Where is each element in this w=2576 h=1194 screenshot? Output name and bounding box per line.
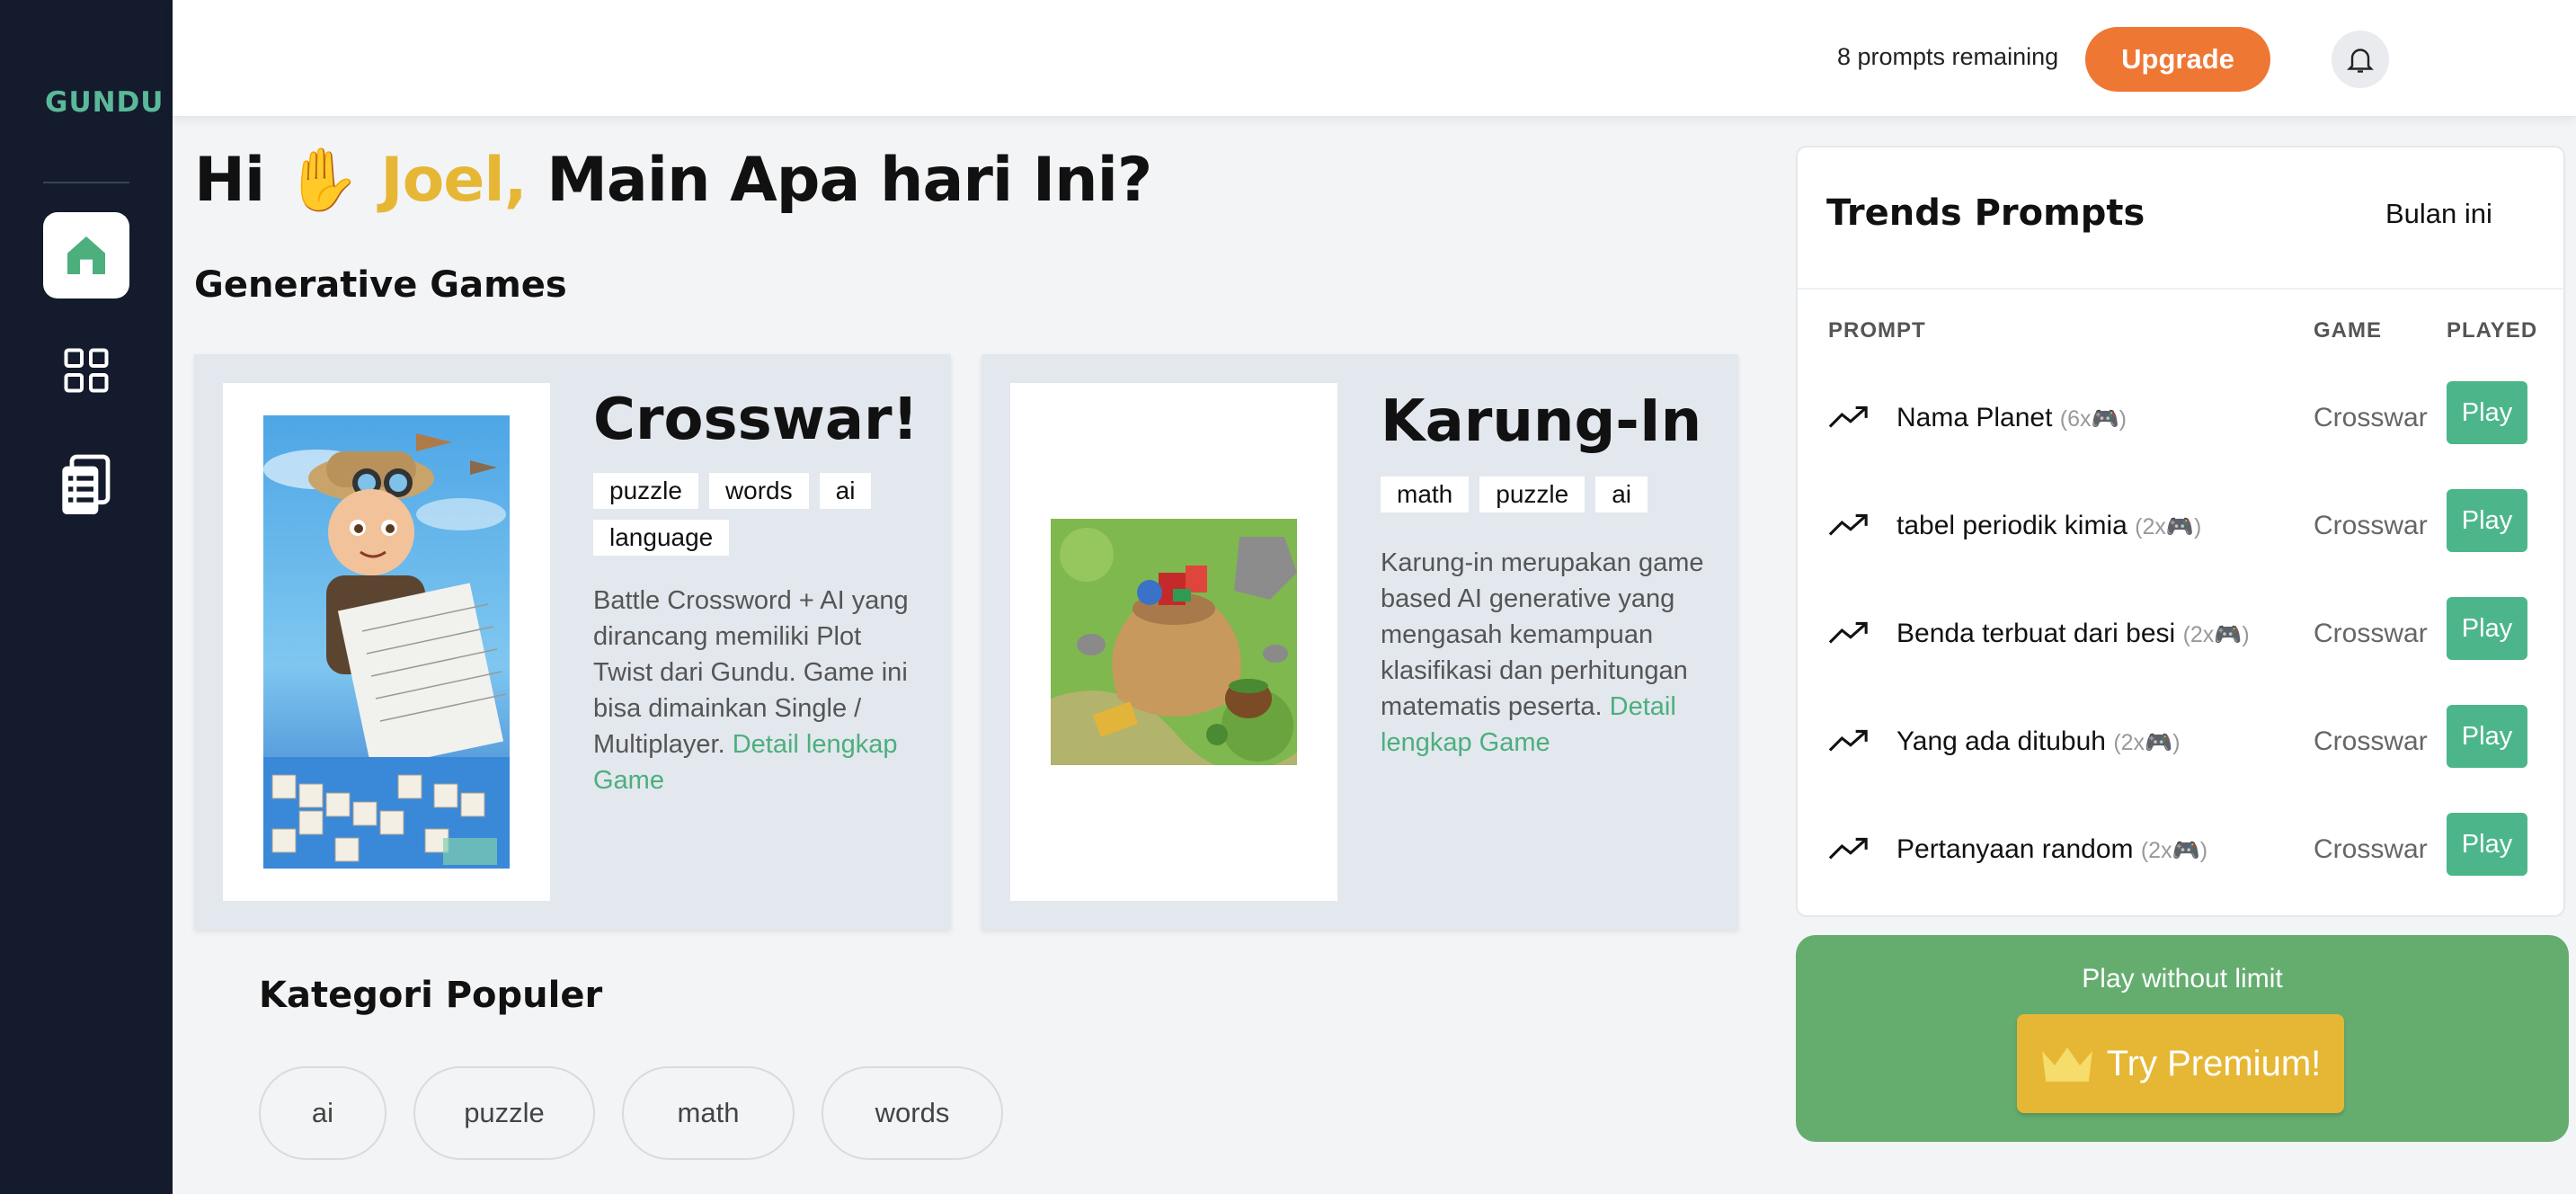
try-premium-button[interactable]: Try Premium! bbox=[2017, 1014, 2344, 1113]
gamepad-icon: 🎮) bbox=[2145, 730, 2181, 755]
table-row: tabel periodik kimia (2x🎮) Crosswar Play bbox=[1798, 480, 2563, 588]
game-tags: puzzle words ai language bbox=[593, 473, 917, 556]
upgrade-button[interactable]: Upgrade bbox=[2085, 27, 2270, 92]
play-button[interactable]: Play bbox=[2447, 705, 2527, 768]
greeting-suffix: Main Apa hari Ini? bbox=[546, 145, 1152, 216]
prompt-name: tabel periodik kimia (2x🎮) bbox=[1896, 511, 2201, 541]
table-row: Nama Planet (6x🎮) Crosswar Play bbox=[1798, 372, 2563, 480]
game-name: Crosswar bbox=[2314, 511, 2428, 540]
sidebar-item-grid[interactable] bbox=[43, 327, 129, 414]
game-name: Crosswar bbox=[2314, 403, 2428, 432]
prompt-name: Yang ada ditubuh (2x🎮) bbox=[1896, 726, 2181, 757]
prompt-text: Yang ada ditubuh bbox=[1896, 726, 2106, 756]
game-card-crosswar[interactable]: Crosswar! puzzle words ai language Battl… bbox=[194, 354, 951, 930]
prompt-text: Nama Planet bbox=[1896, 403, 2053, 432]
game-card-karung-in[interactable]: Karung-In math puzzle ai Karung-in merup… bbox=[982, 354, 1738, 930]
play-button[interactable]: Play bbox=[2447, 813, 2527, 876]
clipboard-list-icon bbox=[62, 454, 111, 514]
game-description: Battle Crossword + AI yang dirancang mem… bbox=[593, 583, 917, 798]
prompt-text: Benda terbuat dari besi bbox=[1896, 619, 2176, 648]
prompt-text: Pertanyaan random bbox=[1896, 834, 2134, 864]
column-header-game: GAME bbox=[2314, 318, 2382, 343]
gamepad-icon: 🎮) bbox=[2172, 838, 2208, 863]
play-count: (2x bbox=[2113, 730, 2145, 755]
prompt-name: Pertanyaan random (2x🎮) bbox=[1896, 834, 2207, 865]
column-header-played: PLAYED bbox=[2447, 318, 2538, 343]
game-description: Karung-in merupakan game based AI genera… bbox=[1381, 545, 1704, 761]
greeting-heading: Hi ✋ Joel, Main Apa hari Ini? bbox=[194, 144, 1152, 216]
play-count: (2x bbox=[2182, 622, 2215, 647]
tag[interactable]: math bbox=[1381, 477, 1470, 512]
notification-button[interactable] bbox=[2332, 31, 2389, 88]
game-title[interactable]: Karung-In bbox=[1381, 388, 1701, 455]
gamepad-icon: 🎮) bbox=[2091, 406, 2127, 432]
play-button[interactable]: Play bbox=[2447, 597, 2527, 660]
sidebar-item-list[interactable] bbox=[43, 442, 129, 529]
trends-panel: Trends Prompts Bulan ini PROMPT GAME PLA… bbox=[1796, 146, 2565, 917]
category-chip-words[interactable]: words bbox=[822, 1066, 1003, 1160]
prompt-name: Benda terbuat dari besi (2x🎮) bbox=[1896, 619, 2250, 649]
prompts-remaining-text: 8 prompts remaining bbox=[1837, 43, 2059, 70]
prompt-name: Nama Planet (6x🎮) bbox=[1896, 403, 2127, 433]
play-button[interactable]: Play bbox=[2447, 381, 2527, 444]
tag[interactable]: ai bbox=[819, 473, 872, 509]
tag[interactable]: language bbox=[593, 520, 730, 556]
home-icon bbox=[67, 236, 105, 274]
game-thumbnail[interactable] bbox=[223, 383, 550, 901]
tag[interactable]: puzzle bbox=[593, 473, 698, 509]
category-chip-puzzle[interactable]: puzzle bbox=[413, 1066, 595, 1160]
prompt-text: tabel periodik kimia bbox=[1896, 511, 2127, 540]
sidebar: GUNDU bbox=[0, 0, 173, 1194]
trending-up-icon bbox=[1828, 729, 1868, 752]
column-header-prompt: PROMPT bbox=[1828, 318, 1926, 343]
grid-icon bbox=[64, 348, 109, 393]
bell-icon bbox=[2347, 49, 2374, 73]
game-name: Crosswar bbox=[2314, 726, 2428, 756]
premium-banner: Play without limit Try Premium! bbox=[1796, 935, 2569, 1142]
game-tags: math puzzle ai bbox=[1381, 477, 1722, 512]
tag[interactable]: ai bbox=[1595, 477, 1648, 512]
sidebar-item-home[interactable] bbox=[43, 212, 129, 298]
greeting-prefix: Hi bbox=[194, 145, 265, 216]
trends-title: Trends Prompts bbox=[1826, 192, 2145, 234]
section-title: Generative Games bbox=[194, 264, 567, 306]
play-button[interactable]: Play bbox=[2447, 489, 2527, 552]
game-title[interactable]: Crosswar! bbox=[593, 387, 919, 453]
sidebar-divider bbox=[43, 182, 129, 183]
play-count: (2x bbox=[2140, 838, 2172, 863]
gamepad-icon: 🎮) bbox=[2214, 622, 2250, 647]
table-row: Benda terbuat dari besi (2x🎮) Crosswar P… bbox=[1798, 588, 2563, 696]
trending-up-icon bbox=[1828, 513, 1868, 536]
tag[interactable]: puzzle bbox=[1479, 477, 1586, 512]
logo[interactable]: GUNDU bbox=[45, 86, 163, 119]
category-chip-ai[interactable]: ai bbox=[259, 1066, 386, 1160]
game-thumbnail[interactable] bbox=[1010, 383, 1337, 901]
crown-icon bbox=[2041, 1047, 2092, 1082]
tag[interactable]: words bbox=[708, 473, 809, 509]
top-bar: 8 prompts remaining Upgrade bbox=[173, 0, 2576, 117]
trending-up-icon bbox=[1828, 621, 1868, 644]
play-count: (2x bbox=[2135, 514, 2166, 539]
sack-treasure-illustration bbox=[1051, 519, 1297, 765]
table-row: Yang ada ditubuh (2x🎮) Crosswar Play bbox=[1798, 696, 2563, 804]
game-name: Crosswar bbox=[2314, 834, 2428, 864]
divider bbox=[1798, 288, 2563, 290]
greeting-name: Joel, bbox=[380, 145, 527, 216]
period-selector[interactable]: Bulan ini bbox=[2385, 198, 2492, 230]
game-name: Crosswar bbox=[2314, 619, 2428, 648]
category-chip-math[interactable]: math bbox=[622, 1066, 795, 1160]
wave-emoji-icon: ✋ bbox=[284, 145, 361, 216]
trending-up-icon bbox=[1828, 405, 1868, 428]
try-premium-label: Try Premium! bbox=[2106, 1043, 2322, 1083]
kategori-title: Kategori Populer bbox=[259, 975, 603, 1016]
premium-label: Play without limit bbox=[2082, 964, 2283, 994]
gamepad-icon: 🎮) bbox=[2165, 514, 2202, 539]
crossword-explorer-illustration bbox=[263, 415, 510, 869]
table-row: Pertanyaan random (2x🎮) Crosswar Play bbox=[1798, 804, 2563, 912]
trending-up-icon bbox=[1828, 837, 1868, 860]
play-count: (6x bbox=[2059, 406, 2092, 432]
